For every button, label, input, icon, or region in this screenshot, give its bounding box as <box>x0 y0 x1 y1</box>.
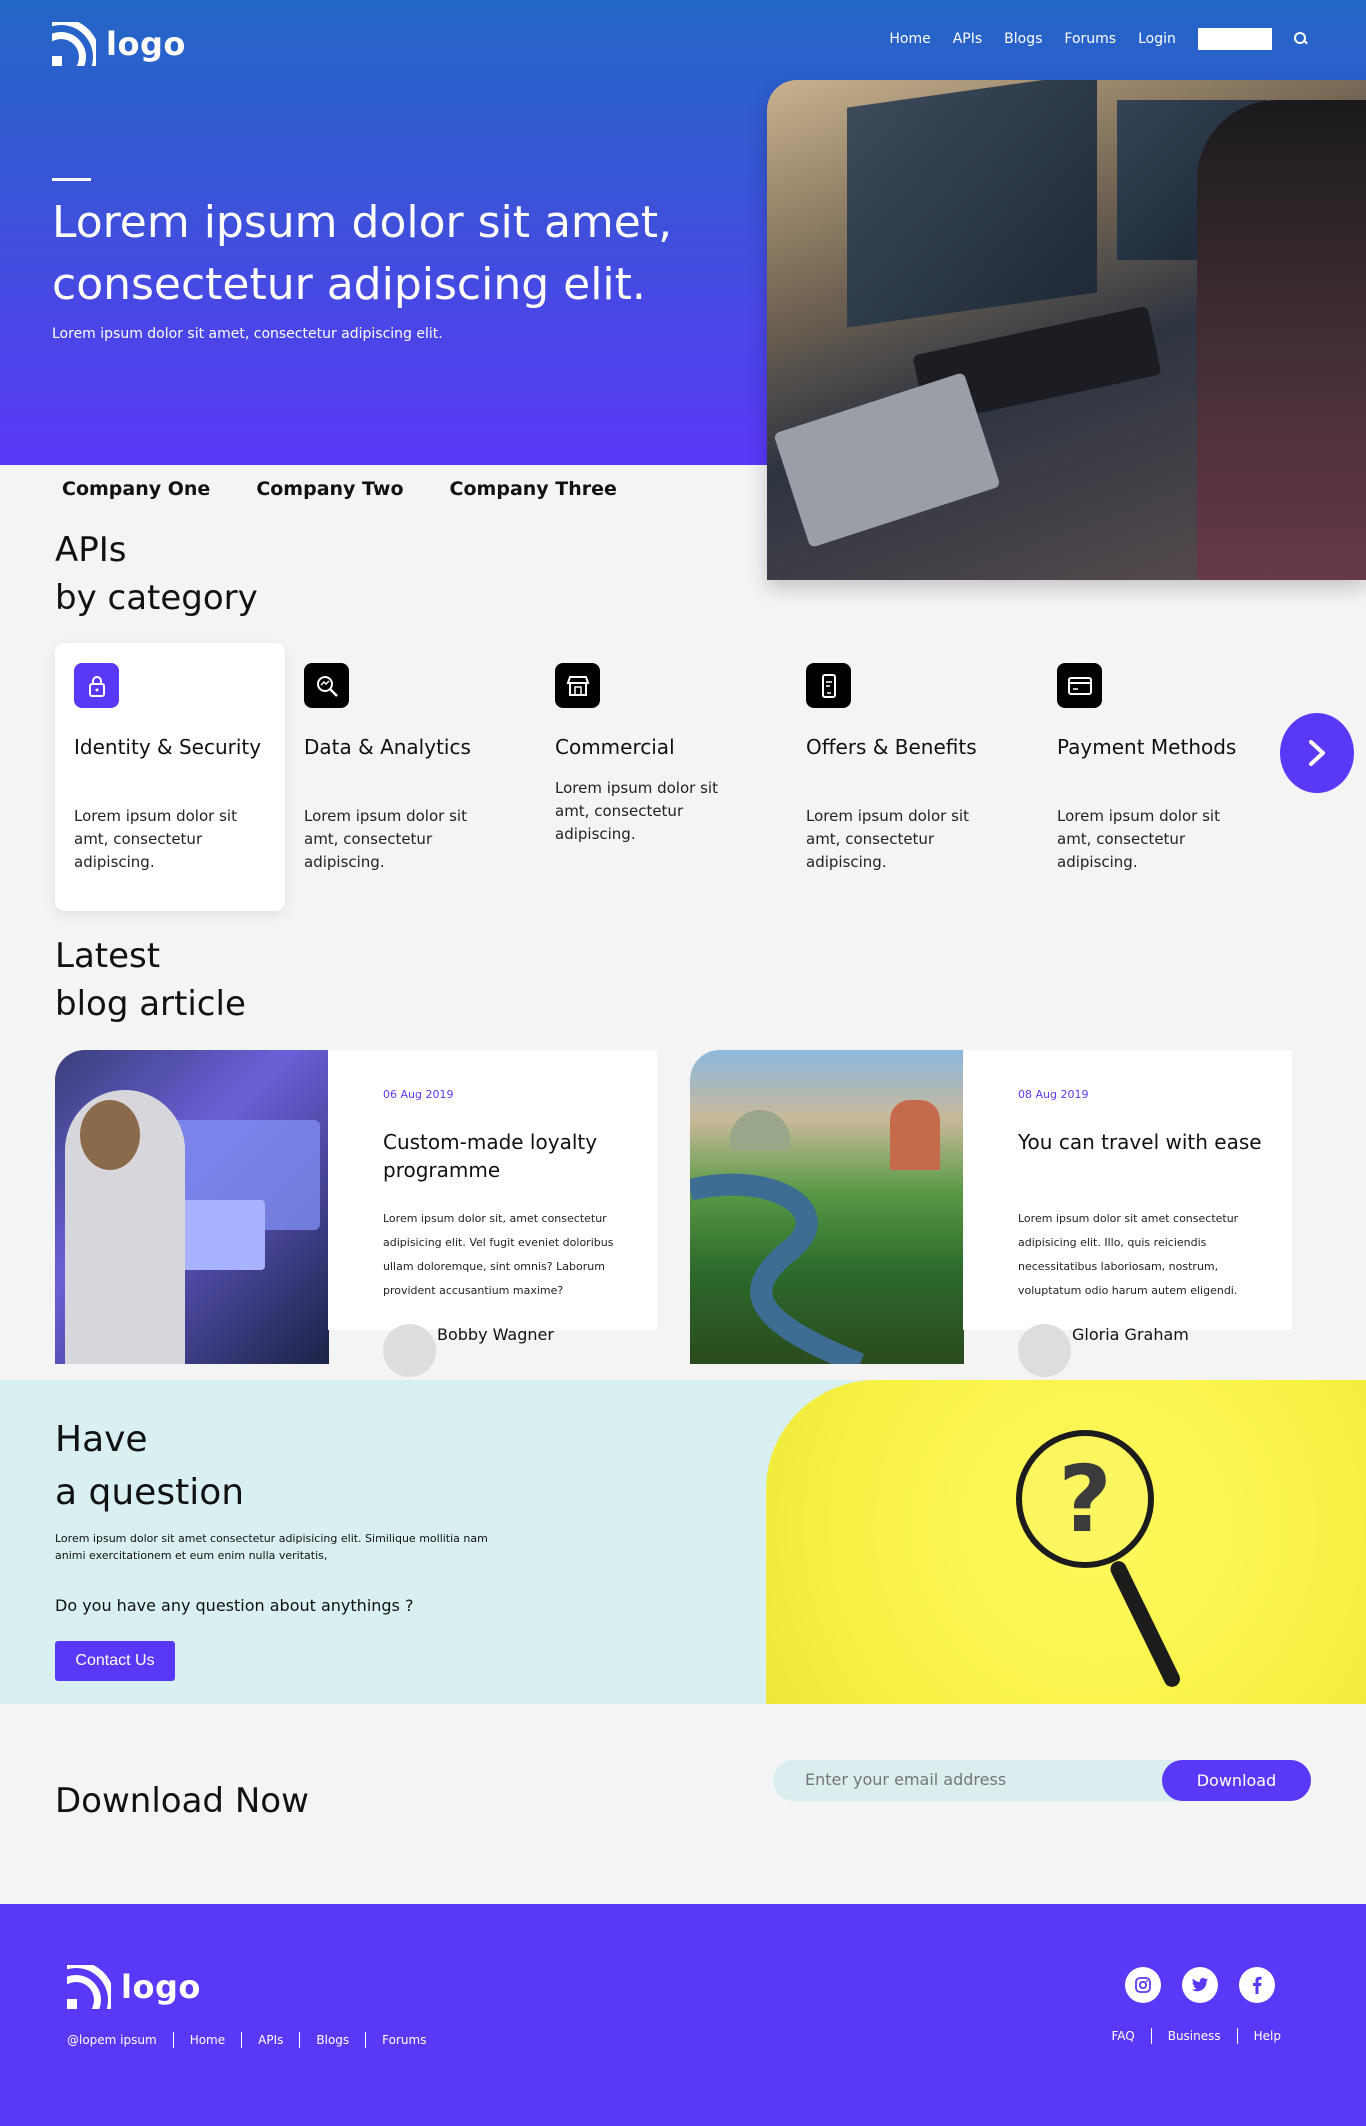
question-mark-icon: ? <box>1016 1430 1154 1568</box>
category-desc: Lorem ipsum dolor sit amt, consectetur a… <box>304 807 467 871</box>
card-icon <box>1057 663 1102 708</box>
categories-title-line: by category <box>55 578 258 618</box>
head-shape <box>80 1100 140 1170</box>
category-desc: Lorem ipsum dolor sit amt, consectetur a… <box>1057 807 1220 871</box>
company-name: Company One <box>62 478 211 500</box>
company-list: Company One Company Two Company Three <box>62 478 617 500</box>
question-title-line: a question <box>55 1472 245 1513</box>
categories-title: APIs by category <box>55 526 258 622</box>
question-title-line: Have <box>55 1419 148 1460</box>
signup-button[interactable]: Sign Up <box>1197 28 1272 50</box>
blog-title-line: blog article <box>55 984 246 1024</box>
blog-card-1[interactable]: 06 Aug 2019 Custom-made loyalty programm… <box>328 1050 657 1330</box>
twitter-icon[interactable] <box>1182 1967 1218 2003</box>
category-desc: Lorem ipsum dolor sit amt, consectetur a… <box>806 807 969 871</box>
river-shape <box>690 1173 865 1364</box>
company-name: Company Two <box>256 478 404 500</box>
category-card-offers-benefits[interactable]: Offers & Benefits Lorem ipsum dolor sit … <box>787 643 1017 911</box>
blog-article-text: Lorem ipsum dolor sit, amet consectetur … <box>383 1212 614 1297</box>
company-name: Company Three <box>449 478 617 500</box>
contact-us-button[interactable]: Contact Us <box>55 1641 175 1681</box>
header-logo[interactable]: logo <box>52 22 186 66</box>
download-title: Download Now <box>55 1781 309 1821</box>
magnifier-handle <box>1107 1558 1183 1690</box>
category-desc: Lorem ipsum dolor sit amt, consectetur a… <box>74 807 237 871</box>
category-desc: Lorem ipsum dolor sit amt, consectetur a… <box>555 779 718 843</box>
chevron-right-icon <box>1309 740 1325 766</box>
blog-date: 06 Aug 2019 <box>383 1088 454 1101</box>
category-name: Offers & Benefits <box>806 735 977 759</box>
blog-author: Gloria Graham <box>1072 1325 1189 1344</box>
email-input[interactable] <box>805 1770 1105 1789</box>
main-nav: Home APIs Blogs Forums Login Sign Up <box>889 28 1308 50</box>
download-button[interactable]: Download <box>1162 1760 1311 1801</box>
next-category-button[interactable] <box>1280 713 1354 793</box>
rock-shape <box>730 1110 790 1150</box>
categories-title-line: APIs <box>55 530 127 570</box>
footer-link-faq[interactable]: FAQ <box>1095 2028 1150 2044</box>
category-name: Data & Analytics <box>304 735 471 759</box>
category-card-commercial[interactable]: Commercial Lorem ipsum dolor sit amt, co… <box>536 643 766 911</box>
store-icon <box>555 663 600 708</box>
question-image: ? <box>766 1380 1366 1704</box>
logo-icon <box>52 22 96 66</box>
hero-divider <box>52 178 91 181</box>
download-title-rest: Now <box>234 1781 309 1821</box>
hero-title: Lorem ipsum dolor sit amet, consectetur … <box>52 197 673 310</box>
hero-subtitle: Lorem ipsum dolor sit amet, consectetur … <box>52 326 443 342</box>
footer <box>0 1904 1366 2126</box>
footer-link-apis[interactable]: APIs <box>241 2032 299 2048</box>
question-text: Lorem ipsum dolor sit amet consectetur a… <box>55 1532 488 1562</box>
facebook-icon[interactable] <box>1239 1967 1275 2003</box>
blog-image-1[interactable] <box>55 1050 329 1364</box>
nav-home[interactable]: Home <box>889 31 930 47</box>
blog-article-title[interactable]: You can travel with ease <box>1018 1128 1278 1156</box>
monitor-shape <box>847 80 1097 328</box>
hero-image <box>767 80 1366 580</box>
avatar <box>383 1324 436 1377</box>
nav-login[interactable]: Login <box>1138 31 1176 47</box>
lock-icon <box>74 663 119 708</box>
blog-image-2[interactable] <box>690 1050 964 1364</box>
laptop-shape <box>773 372 1001 548</box>
logo-text: logo <box>106 25 186 63</box>
nav-apis[interactable]: APIs <box>953 31 982 47</box>
category-card-identity-security[interactable]: Identity & Security Lorem ipsum dolor si… <box>55 643 285 911</box>
blog-title: Latest blog article <box>55 932 246 1028</box>
footer-link-help[interactable]: Help <box>1236 2028 1281 2044</box>
instagram-icon[interactable] <box>1125 1967 1161 2003</box>
blog-article-text: Lorem ipsum dolor sit amet consectetur a… <box>1018 1212 1239 1297</box>
mobile-icon <box>806 663 851 708</box>
footer-link-forums[interactable]: Forums <box>365 2032 442 2048</box>
category-name: Payment Methods <box>1057 735 1237 759</box>
download-title-bold: Download <box>55 1781 225 1821</box>
footer-link-blogs[interactable]: Blogs <box>299 2032 365 2048</box>
logo-icon <box>67 1965 111 2009</box>
question-title: Have a question <box>55 1413 244 1519</box>
analytics-icon <box>304 663 349 708</box>
footer-links: @lopem ipsum Home APIs Blogs Forums <box>67 2032 442 2048</box>
search-icon[interactable] <box>1294 32 1308 46</box>
category-card-payment-methods[interactable]: Payment Methods Lorem ipsum dolor sit am… <box>1038 643 1268 911</box>
nav-forums[interactable]: Forums <box>1064 31 1116 47</box>
footer-link-business[interactable]: Business <box>1150 2028 1237 2044</box>
category-name: Commercial <box>555 735 675 759</box>
blog-title-line: Latest <box>55 936 161 976</box>
blog-article-title[interactable]: Custom-made loyalty programme <box>383 1128 643 1184</box>
blog-card-2[interactable]: 08 Aug 2019 You can travel with ease Lor… <box>963 1050 1292 1330</box>
avatar <box>1018 1324 1071 1377</box>
footer-right-links: FAQ Business Help <box>1095 2028 1281 2044</box>
category-name: Identity & Security <box>74 735 262 759</box>
footer-copyright: @lopem ipsum <box>67 2033 157 2047</box>
logo-text: logo <box>121 1968 201 2006</box>
blog-date: 08 Aug 2019 <box>1018 1088 1089 1101</box>
nav-blogs[interactable]: Blogs <box>1004 31 1042 47</box>
blog-author: Bobby Wagner <box>437 1325 554 1344</box>
person-shape <box>1197 100 1366 580</box>
footer-logo[interactable]: logo <box>67 1965 201 2009</box>
footer-link-home[interactable]: Home <box>172 2032 241 2048</box>
question-prompt: Do you have any question about anythings… <box>55 1596 414 1615</box>
category-card-data-analytics[interactable]: Data & Analytics Lorem ipsum dolor sit a… <box>285 643 515 911</box>
